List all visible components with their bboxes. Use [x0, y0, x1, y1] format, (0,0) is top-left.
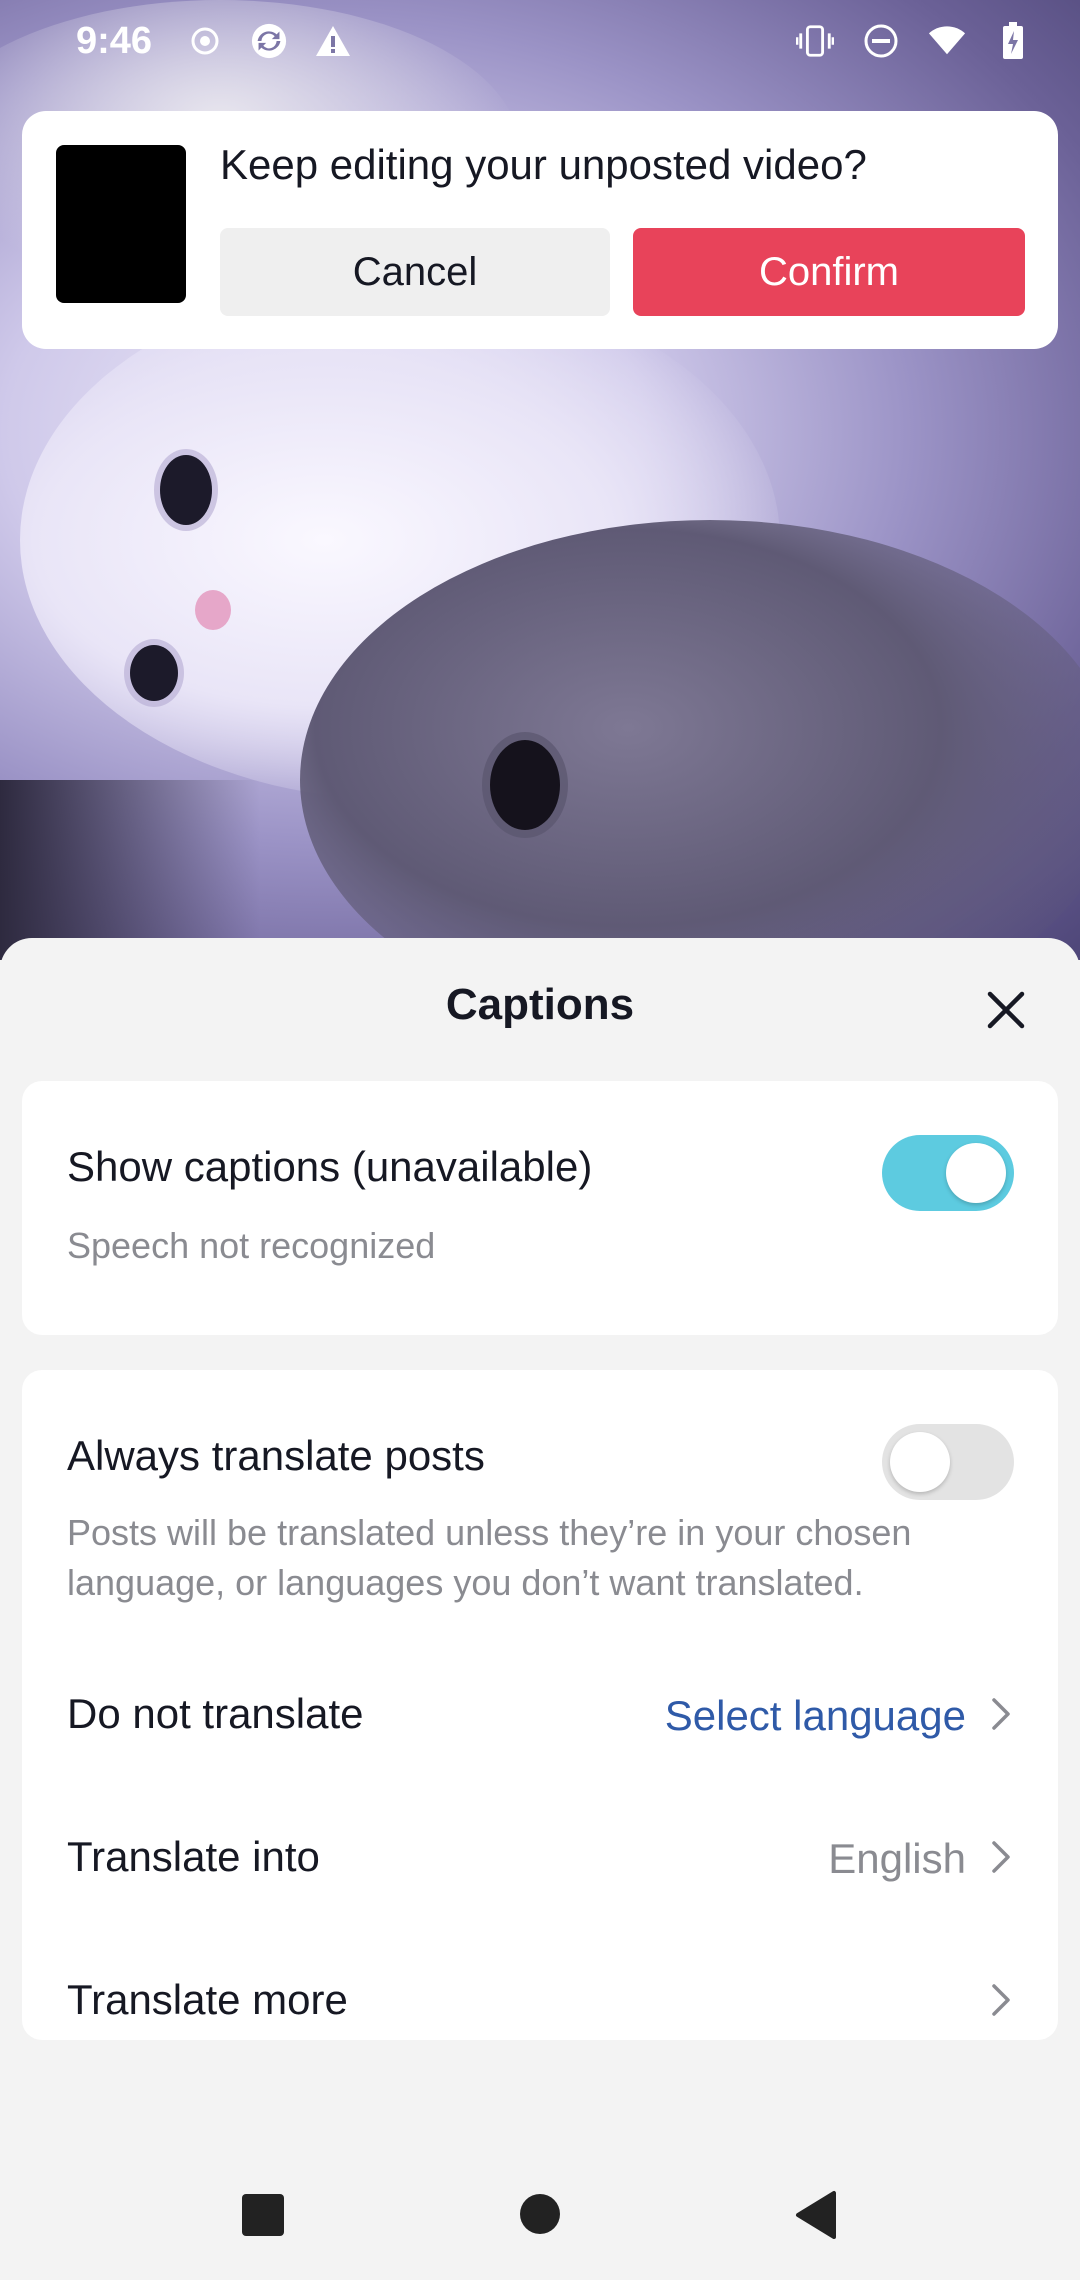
- chevron-right-icon: [986, 1837, 1014, 1877]
- circle-icon: [520, 2194, 560, 2234]
- captions-sheet: Captions Show captions (unavailable) Spe…: [0, 938, 1080, 2280]
- gray-cat-eye: [490, 740, 560, 830]
- sync-icon: [250, 22, 288, 60]
- white-cat-eye: [130, 645, 178, 701]
- sheet-title: Captions: [445, 980, 635, 1029]
- warning-icon: [314, 22, 352, 60]
- show-captions-subtitle: Speech not recognized: [67, 1225, 436, 1266]
- always-translate-label: Always translate posts: [67, 1432, 485, 1479]
- do-not-translate-label: Do not translate: [67, 1690, 364, 1737]
- translate-into-value: English: [828, 1835, 966, 1882]
- translate-more-label: Translate more: [67, 1976, 348, 2023]
- translate-more-row[interactable]: Translate more: [22, 1946, 1058, 2040]
- wifi-icon: [928, 22, 966, 60]
- unposted-video-dialog: Keep editing your unposted video? Cancel…: [22, 111, 1058, 349]
- white-cat-nose: [195, 590, 231, 630]
- do-not-translate-row[interactable]: Do not translate Select language: [22, 1660, 1058, 1780]
- back-button[interactable]: [794, 2190, 838, 2245]
- do-not-disturb-icon: [862, 22, 900, 60]
- always-translate-toggle[interactable]: [882, 1424, 1014, 1500]
- translate-into-label: Translate into: [67, 1833, 320, 1880]
- cancel-button[interactable]: Cancel: [220, 228, 610, 316]
- translate-into-row[interactable]: Translate into English: [22, 1803, 1058, 1923]
- recents-button[interactable]: [240, 2192, 286, 2243]
- toggle-knob: [890, 1432, 950, 1492]
- translation-card: Always translate posts Posts will be tra…: [22, 1370, 1058, 2040]
- triangle-back-icon: [796, 2191, 836, 2239]
- vibrate-icon: [796, 22, 834, 60]
- close-icon[interactable]: [984, 988, 1028, 1032]
- status-time: 9:46: [76, 20, 153, 62]
- record-icon: [186, 22, 224, 60]
- always-translate-description-line1: Posts will be translated unless they’re …: [67, 1512, 912, 1553]
- white-cat-eye: [160, 455, 212, 525]
- home-button[interactable]: [518, 2192, 562, 2241]
- always-translate-description-line2: language, or languages you don’t want tr…: [67, 1562, 864, 1603]
- dialog-title: Keep editing your unposted video?: [220, 141, 867, 188]
- show-captions-toggle[interactable]: [882, 1135, 1014, 1211]
- confirm-button[interactable]: Confirm: [633, 228, 1025, 316]
- show-captions-card: Show captions (unavailable) Speech not r…: [22, 1081, 1058, 1335]
- toggle-knob: [946, 1143, 1006, 1203]
- status-bar: 9:46: [0, 0, 1080, 86]
- chevron-right-icon: [986, 1694, 1014, 1734]
- video-shadow: [0, 780, 260, 960]
- select-language-link[interactable]: Select language: [665, 1692, 966, 1740]
- square-icon: [242, 2194, 284, 2236]
- show-captions-label: Show captions (unavailable): [67, 1143, 593, 1190]
- battery-charging-icon: [994, 22, 1032, 60]
- chevron-right-icon: [986, 1980, 1014, 2020]
- video-thumbnail[interactable]: [56, 145, 186, 303]
